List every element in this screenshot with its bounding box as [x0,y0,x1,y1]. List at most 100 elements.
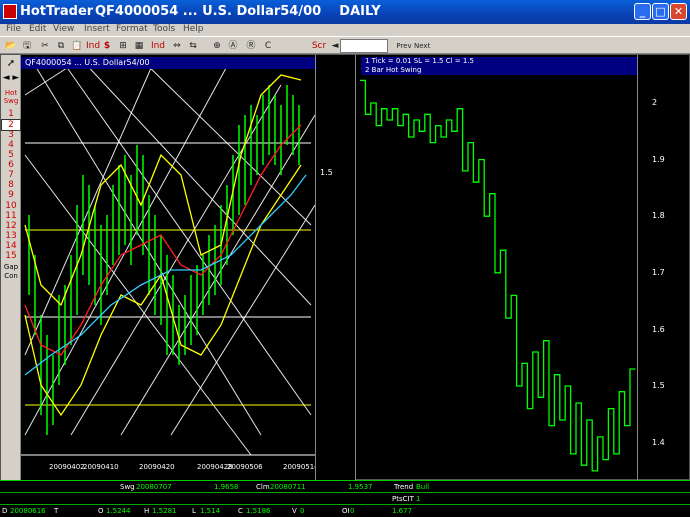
maximize-button[interactable]: □ [652,3,669,20]
grid-icon[interactable]: ⊞ [116,40,130,52]
left-price-label: 1.5 [320,168,333,177]
low-label: L [192,507,196,515]
menu-format[interactable]: Format [116,24,148,34]
scroll-left-icon[interactable]: ◄ [330,40,340,52]
swing-level-7[interactable]: 7 [1,170,21,180]
c-button[interactable]: C [262,40,274,52]
menu-view[interactable]: View [53,24,74,34]
fan-line [70,84,282,436]
prev-button[interactable]: Prev [396,40,412,52]
swing-level-9[interactable]: 9 [1,190,21,200]
high-value: 1.5281 [152,507,177,515]
menu-help[interactable]: Help [183,24,204,34]
swing-date: 20080707 [136,483,172,491]
close-button[interactable]: ✕ [670,3,687,20]
save-icon[interactable]: 🖫 [20,40,34,52]
gap-label[interactable]: Gap [1,263,21,271]
y-label-1-5: 1.5 [652,381,665,390]
cyan-moving-average [24,174,307,376]
menu-file[interactable]: File [6,24,21,34]
high-label: H [144,507,150,515]
zoom-in-icon[interactable]: ⊕ [210,40,224,52]
indicator2-icon[interactable]: Ind [150,40,166,52]
swing-level-12[interactable]: 12 [1,221,21,231]
cut-icon[interactable]: ✂ [38,40,52,52]
left-price-chart[interactable]: 20090402 20090410 20090420 20090428 20090506… [21,55,319,481]
hot-swing-label-1: Hot [4,89,18,97]
status-row-3: D 20080616 T O 1.5244 H 1.5281 L 1.514 C… [0,505,690,517]
red-moving-average [24,124,302,356]
swing-level-6[interactable]: 6 [1,160,21,170]
y-label-1-6: 1.6 [652,325,665,334]
fan-line [170,204,316,436]
con-label[interactable]: Con [1,272,21,280]
swing-level-4[interactable]: 4 [1,140,21,150]
fan-line [24,58,156,356]
indicator-icon[interactable]: Ind [86,40,100,52]
swing-level-14[interactable]: 14 [1,241,21,251]
upper-band-line [24,74,302,307]
time-label: T [54,507,59,515]
auto-icon[interactable]: Ⓐ [226,40,240,52]
y-label-1-9: 1.9 [652,155,665,164]
right-chart-canvas [360,57,636,472]
right-header-line1: 1 Tick = 0.01 SL = 1.5 Cl = 1.5 [365,57,475,65]
menu-tools[interactable]: Tools [153,24,175,34]
title-bar[interactable]: HotTrader QF4000054 ... U.S. Dollar54/00… [0,0,690,24]
fan-line [60,58,312,416]
swing-level-5[interactable]: 5 [1,150,21,160]
x-tick-label: 20090514 [283,463,315,471]
side-arrows-icon[interactable]: ◄ ► [1,73,21,83]
next-button[interactable]: Next [414,40,430,52]
swing-level-15[interactable]: 15 [1,251,21,261]
left-price-axis: 1.5 [315,55,355,481]
refresh-icon[interactable]: Ⓡ [244,40,258,52]
trend-value: Bull [416,483,430,491]
minimize-button[interactable]: _ [634,3,651,20]
pts-label: PtsCIT [392,495,414,503]
hot-swing-label-2: Swg [3,97,19,105]
status-row-1: Swg 20080707 1.9658 Clm 20080711 1.9537 … [0,481,690,493]
compress-icon[interactable]: ⇆ [186,40,200,52]
app-name: HotTrader [20,4,94,19]
interval-combo[interactable] [340,39,388,53]
app-icon [3,4,17,19]
climax-label: Clm [256,483,270,491]
swing-level-10[interactable]: 10 [1,201,21,211]
right-price-axis: 2 1.9 1.8 1.7 1.6 1.5 1.4 [637,55,690,481]
expand-icon[interactable]: ⇔ [170,40,184,52]
y-label-1-4: 1.4 [652,438,665,447]
paste-icon[interactable]: 📋 [70,40,84,52]
swing-level-1[interactable]: 1 [1,109,21,119]
swing-level-8[interactable]: 8 [1,180,21,190]
open-icon[interactable]: 📂 [4,40,18,52]
last-value: 1.677 [392,507,413,515]
scroll-button[interactable]: Scr [310,40,328,52]
status-bar: Swg 20080707 1.9658 Clm 20080711 1.9537 … [0,480,690,517]
swing-label: Swg [120,483,135,491]
swing-level-3[interactable]: 3 [1,130,21,140]
menu-insert[interactable]: Insert [84,24,110,34]
swing-selector-strip: ➚ ◄ ► Hot Swg 1 2 3 4 5 6 7 8 9 10 11 12… [1,55,21,481]
swing-level-11[interactable]: 11 [1,211,21,221]
table-icon[interactable]: ▦ [132,40,146,52]
dollar-icon[interactable]: $ [102,40,112,52]
fan-line [24,58,232,436]
copy-icon[interactable]: ⧉ [54,40,68,52]
window-title: QF4000054 ... U.S. Dollar54/00 DAILY [95,4,381,19]
right-swing-chart[interactable] [355,55,637,481]
volume-label: V [292,507,297,515]
y-label-2: 2 [652,98,658,107]
oi-value: 0 [350,507,355,515]
right-header-line2: 2 Bar Hot Swing [365,66,422,74]
close-label: C [238,507,243,515]
fan-line [80,58,312,306]
cursor-icon[interactable]: ➚ [1,59,21,69]
date-value: 20080616 [10,507,46,515]
menu-edit[interactable]: Edit [29,24,46,34]
swing-level-13[interactable]: 13 [1,231,21,241]
date-label: D [2,507,8,515]
open-label: O [98,507,104,515]
open-value: 1.5244 [106,507,131,515]
low-value: 1.514 [200,507,221,515]
